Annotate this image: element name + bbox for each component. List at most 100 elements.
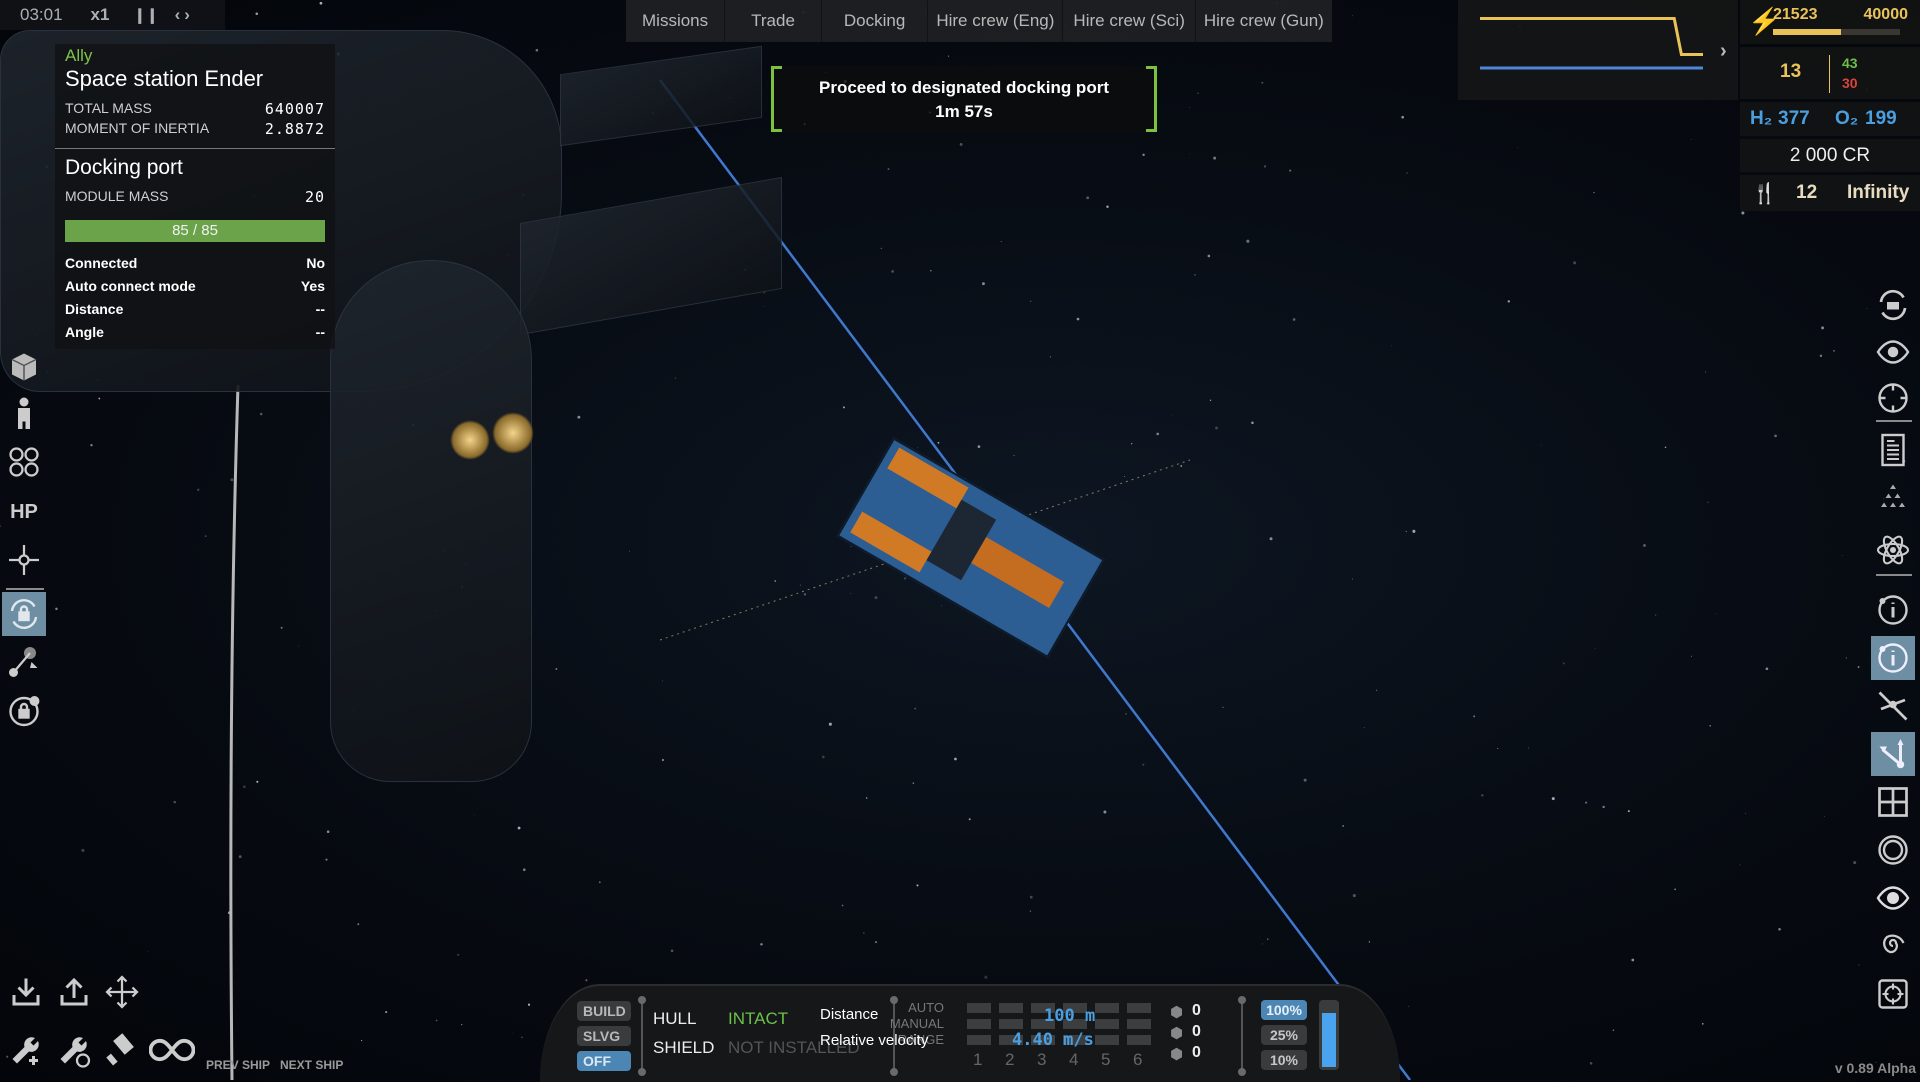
chevron-right-icon[interactable]: ›	[1720, 40, 1727, 63]
star	[874, 941, 878, 944]
tab-hire-crew-gun[interactable]: Hire crew (Gun)	[1196, 0, 1332, 42]
throttle-25-button[interactable]: 25%	[1261, 1025, 1307, 1045]
wrench-add-icon[interactable]	[4, 1028, 48, 1072]
mode-build-button[interactable]: BUILD	[577, 1001, 631, 1021]
throttle-100-button[interactable]: 100%	[1261, 1000, 1307, 1020]
satellite-icon[interactable]	[1871, 684, 1915, 728]
ship-status-panel: BUILD SLVG OFF HULL INTACT SHIELD NOT IN…	[540, 984, 1400, 1082]
gas-row: H₂ 377 O₂ 199	[1740, 102, 1920, 136]
time-speed-button[interactable]: x1	[91, 5, 110, 25]
star	[319, 1, 323, 5]
star	[555, 667, 558, 670]
star	[1690, 139, 1692, 141]
star	[1473, 715, 1476, 718]
triangles-icon[interactable]	[1871, 476, 1915, 520]
tab-hire-crew-sci[interactable]: Hire crew (Sci)	[1063, 0, 1196, 42]
stat-row: MOMENT OF INERTIA 2.8872	[65, 120, 325, 138]
star	[760, 943, 763, 946]
star	[1292, 318, 1296, 321]
star	[325, 858, 328, 861]
orbit-lock-icon[interactable]	[2, 688, 46, 732]
group-cell[interactable]	[1127, 1035, 1151, 1045]
star	[1406, 172, 1408, 174]
cargo-count: 0	[1192, 1002, 1201, 1019]
pause-icon[interactable]: ❙❙	[133, 6, 158, 24]
star	[1029, 300, 1032, 303]
atom-icon[interactable]	[1871, 528, 1915, 572]
star	[259, 412, 263, 416]
group-number[interactable]: 6	[1133, 1050, 1142, 1070]
wrench-remove-icon[interactable]	[52, 1028, 96, 1072]
next-ship-button[interactable]: NEXT SHIP	[280, 1058, 343, 1072]
thrusters-icon[interactable]	[2, 440, 46, 484]
move-arrows-icon[interactable]	[100, 970, 144, 1014]
document-icon[interactable]	[1871, 428, 1915, 472]
infinity-icon[interactable]	[146, 1028, 198, 1072]
star	[1269, 537, 1273, 541]
throttle-slider[interactable]	[1319, 1000, 1339, 1070]
ring-icon[interactable]	[1871, 828, 1915, 872]
star	[968, 818, 971, 821]
group-cell[interactable]	[967, 1003, 991, 1013]
prop-value: Yes	[300, 278, 325, 294]
hp-toggle[interactable]: HP	[2, 490, 46, 534]
objective-timer: 1m 57s	[935, 102, 993, 121]
energy-bar-fill	[1773, 29, 1842, 35]
tab-trade[interactable]: Trade	[725, 0, 822, 42]
toolbar-divider	[1876, 420, 1912, 422]
group-cell[interactable]	[999, 1019, 1023, 1029]
star	[1405, 530, 1407, 533]
group-cell[interactable]	[967, 1035, 991, 1045]
mode-salvage-button[interactable]: SLVG	[577, 1026, 631, 1046]
prop-label: Connected	[65, 255, 138, 271]
group-number[interactable]: 1	[973, 1050, 982, 1070]
group-row-label: AUTO	[908, 1000, 944, 1015]
prev-ship-button[interactable]: PREV SHIP	[206, 1058, 270, 1072]
module-mass-row: MODULE MASS 20	[65, 188, 325, 206]
target-circle-icon[interactable]	[1871, 376, 1915, 420]
group-cell[interactable]	[1095, 1035, 1119, 1045]
star	[238, 855, 242, 859]
star	[914, 707, 917, 710]
grid-icon[interactable]	[1871, 780, 1915, 824]
crosshair-icon[interactable]	[2, 538, 46, 582]
paint-roller-icon[interactable]	[100, 1028, 144, 1072]
star	[1029, 895, 1033, 899]
tab-docking[interactable]: Docking	[822, 0, 929, 42]
upload-icon[interactable]	[52, 970, 96, 1014]
group-cell[interactable]	[967, 1019, 991, 1029]
rotation-lock-icon[interactable]	[2, 592, 46, 636]
download-icon[interactable]	[4, 970, 48, 1014]
camera-rotate-icon[interactable]	[1871, 283, 1915, 327]
group-number[interactable]: 3	[1037, 1050, 1046, 1070]
eye-filled-icon[interactable]	[1871, 876, 1915, 920]
star	[1507, 300, 1510, 303]
mode-off-button[interactable]: OFF	[577, 1051, 631, 1071]
star	[1643, 544, 1646, 547]
group-cell[interactable]	[1127, 1019, 1151, 1029]
group-cell[interactable]	[1127, 1003, 1151, 1013]
group-number[interactable]: 2	[1005, 1050, 1014, 1070]
group-cell[interactable]	[1095, 1003, 1119, 1013]
group-number[interactable]: 4	[1069, 1050, 1078, 1070]
cube-icon[interactable]	[2, 345, 46, 389]
star	[1778, 927, 1781, 931]
star	[1408, 1005, 1410, 1007]
tab-missions[interactable]: Missions	[626, 0, 726, 42]
step-arrows-icon[interactable]: ‹›	[175, 5, 194, 25]
star	[916, 884, 919, 887]
info-active-icon[interactable]	[1871, 636, 1915, 680]
group-cell[interactable]	[999, 1003, 1023, 1013]
vectors-icon[interactable]	[1871, 732, 1915, 776]
info-icon[interactable]	[1871, 588, 1915, 632]
focus-target-icon[interactable]	[1871, 972, 1915, 1016]
throttle-10-button[interactable]: 10%	[1261, 1050, 1307, 1070]
trajectory-icon[interactable]	[2, 640, 46, 684]
star	[1774, 434, 1777, 438]
group-number[interactable]: 5	[1101, 1050, 1110, 1070]
group-cell[interactable]	[1095, 1019, 1119, 1029]
spiral-galaxy-icon[interactable]	[1871, 924, 1915, 968]
crew-person-icon[interactable]	[2, 392, 46, 436]
tab-hire-crew-eng[interactable]: Hire crew (Eng)	[928, 0, 1064, 42]
eye-icon[interactable]	[1871, 330, 1915, 374]
